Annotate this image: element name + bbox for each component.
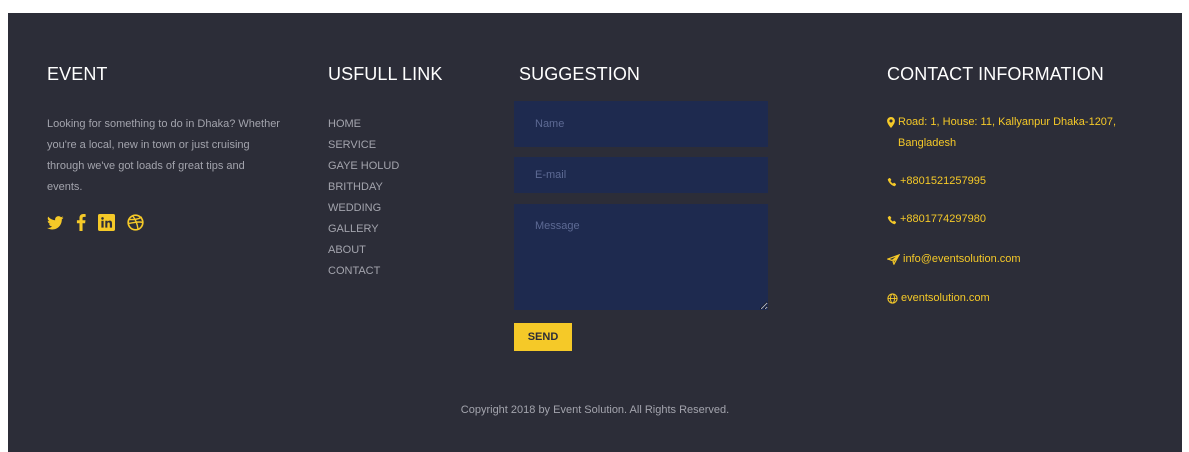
link-gaye-holud[interactable]: GAYE HOLUD [328,156,498,177]
facebook-icon[interactable] [76,214,86,231]
globe-icon [887,288,898,309]
website-text[interactable]: eventsolution.com [901,288,990,309]
contact-column: CONTACT INFORMATION Road: 1, House: 11, … [887,63,1147,309]
event-description: Looking for something to do in Dhaka? Wh… [47,118,280,193]
suggestion-column: SUGGESTION SEND [514,63,776,351]
useful-links-column: USFULL LINK HOME SERVICE GAYE HOLUD BRIT… [328,63,498,282]
address-text: Road: 1, House: 11, Kallyanpur Dhaka-120… [898,116,1117,149]
message-textarea[interactable] [514,204,768,310]
linkedin-icon[interactable] [98,214,115,231]
link-service[interactable]: SERVICE [328,135,498,156]
link-contact[interactable]: CONTACT [328,261,498,282]
links-heading: USFULL LINK [328,64,443,84]
suggestion-heading: SUGGESTION [519,64,641,84]
contact-address: Road: 1, House: 11, Kallyanpur Dhaka-120… [887,112,1147,154]
send-icon [887,249,900,270]
contact-heading: CONTACT INFORMATION [887,64,1104,84]
contact-email: info@eventsolution.com [887,249,1147,270]
phone-2-text[interactable]: +8801774297980 [900,209,986,230]
link-about[interactable]: ABOUT [328,240,498,261]
copyright-text: Copyright 2018 by Event Solution. All Ri… [460,404,730,416]
social-links [47,214,287,231]
link-wedding[interactable]: WEDDING [328,198,498,219]
site-footer: EVENT Looking for something to do in Dha… [8,13,1182,452]
phone-icon [887,209,897,230]
phone-icon [887,171,897,192]
event-heading: EVENT [47,64,108,84]
dribbble-icon[interactable] [127,214,144,231]
link-gallery[interactable]: GALLERY [328,219,498,240]
send-button[interactable]: SEND [514,323,572,351]
email-input[interactable] [514,157,768,193]
contact-phone-1: +8801521257995 [887,171,1147,192]
links-list: HOME SERVICE GAYE HOLUD BRITHDAY WEDDING… [328,114,498,282]
contact-website: eventsolution.com [887,288,1147,309]
link-birthday[interactable]: BRITHDAY [328,177,498,198]
contact-list: Road: 1, House: 11, Kallyanpur Dhaka-120… [887,112,1147,309]
event-column: EVENT Looking for something to do in Dha… [47,63,287,231]
contact-phone-2: +8801774297980 [887,209,1147,230]
twitter-icon[interactable] [47,215,64,230]
link-home[interactable]: HOME [328,114,498,135]
name-input[interactable] [514,101,768,147]
email-text[interactable]: info@eventsolution.com [903,249,1021,270]
phone-1-text[interactable]: +8801521257995 [900,171,986,192]
map-marker-icon [887,112,895,133]
